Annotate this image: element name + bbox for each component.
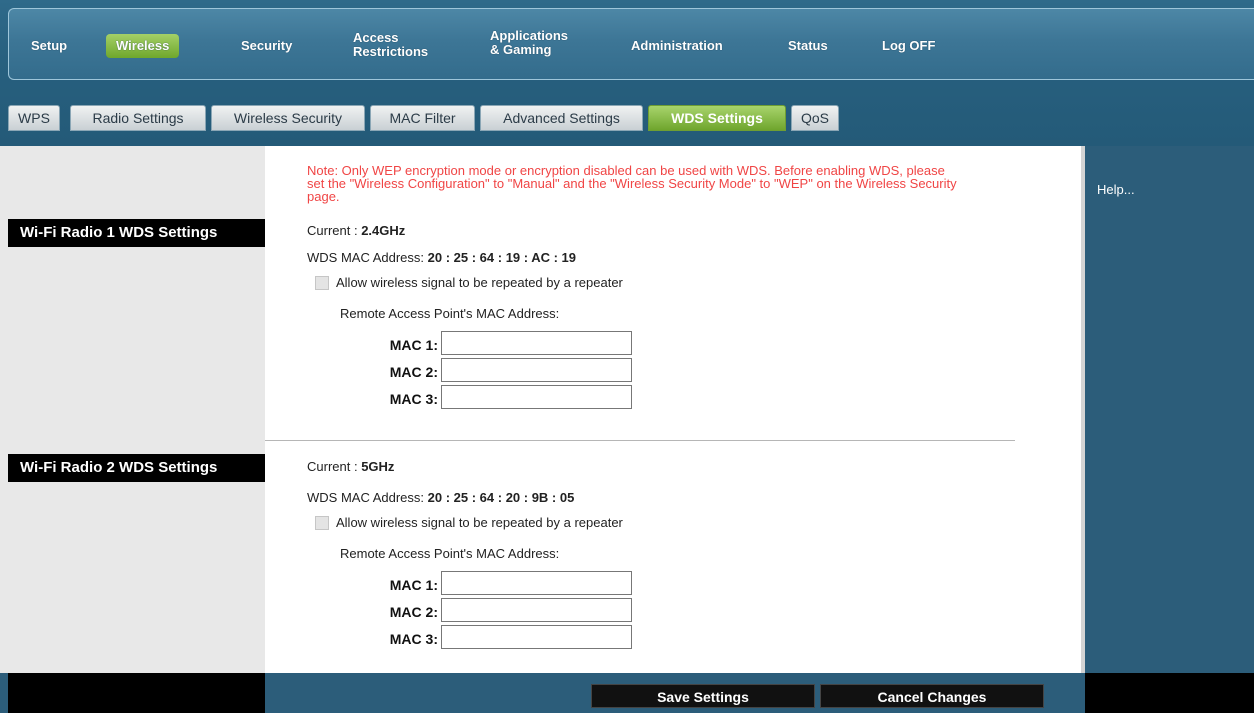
radio2-repeat-checkbox[interactable] bbox=[315, 516, 329, 530]
radio2-mac1-input[interactable] bbox=[441, 571, 632, 595]
help-link[interactable]: Help... bbox=[1097, 182, 1135, 197]
radio2-current: Current : 5GHz bbox=[307, 459, 394, 474]
radio2-wds-mac-label: WDS MAC Address: bbox=[307, 490, 425, 505]
radio1-current-label: Current : bbox=[307, 223, 358, 238]
cancel-changes-button[interactable]: Cancel Changes bbox=[820, 684, 1044, 708]
radio1-wds-mac-value: 20 : 25 : 64 : 19 : AC : 19 bbox=[427, 250, 577, 265]
section-divider bbox=[265, 440, 1015, 441]
header-band: Setup Wireless Security Access Restricti… bbox=[0, 0, 1254, 146]
radio1-heading: Wi-Fi Radio 1 WDS Settings bbox=[8, 219, 265, 247]
radio2-mac3-label: MAC 3: bbox=[389, 631, 438, 647]
radio2-heading: Wi-Fi Radio 2 WDS Settings bbox=[8, 454, 265, 482]
radio1-current-value: 2.4GHz bbox=[361, 223, 406, 238]
help-panel: Help... bbox=[1081, 146, 1254, 673]
radio1-mac3-input[interactable] bbox=[441, 385, 632, 409]
radio1-wds-mac: WDS MAC Address: 20 : 25 : 64 : 19 : AC … bbox=[307, 250, 576, 265]
save-settings-button[interactable]: Save Settings bbox=[591, 684, 815, 708]
radio2-mac3-input[interactable] bbox=[441, 625, 632, 649]
nav-access-restrictions-line2: Restrictions bbox=[353, 44, 429, 59]
nav-access-restrictions[interactable]: Access Restrictions bbox=[353, 31, 428, 59]
radio2-current-label: Current : bbox=[307, 459, 358, 474]
radio1-wds-mac-label: WDS MAC Address: bbox=[307, 250, 425, 265]
tab-radio-settings[interactable]: Radio Settings bbox=[70, 105, 206, 131]
radio2-wds-mac-value: 20 : 25 : 64 : 20 : 9B : 05 bbox=[427, 490, 575, 505]
main-navigation: Setup Wireless Security Access Restricti… bbox=[8, 8, 1254, 80]
tab-wds-settings[interactable]: WDS Settings bbox=[648, 105, 786, 131]
nav-log-off[interactable]: Log OFF bbox=[882, 39, 935, 53]
nav-status[interactable]: Status bbox=[788, 39, 828, 53]
radio1-remote-label: Remote Access Point's MAC Address: bbox=[340, 306, 560, 321]
wds-note: Note: Only WEP encryption mode or encryp… bbox=[307, 163, 957, 204]
radio1-mac2-input[interactable] bbox=[441, 358, 632, 382]
nav-administration[interactable]: Administration bbox=[631, 39, 723, 53]
nav-applications-gaming[interactable]: Applications & Gaming bbox=[490, 29, 568, 57]
radio1-repeat-label: Allow wireless signal to be repeated by … bbox=[336, 275, 623, 290]
tab-wireless-security[interactable]: Wireless Security bbox=[211, 105, 365, 131]
tab-mac-filter[interactable]: MAC Filter bbox=[370, 105, 475, 131]
nav-wireless[interactable]: Wireless bbox=[106, 34, 180, 58]
sub-navigation-tabs: WPS Radio Settings Wireless Security MAC… bbox=[0, 100, 1254, 134]
radio1-mac2-label: MAC 2: bbox=[389, 364, 438, 380]
footer-left-block bbox=[8, 673, 265, 713]
radio2-remote-label: Remote Access Point's MAC Address: bbox=[340, 546, 560, 561]
left-column: Wi-Fi Radio 1 WDS Settings Wi-Fi Radio 2… bbox=[0, 146, 265, 673]
tab-qos[interactable]: QoS bbox=[791, 105, 839, 131]
main-content: Note: Only WEP encryption mode or encryp… bbox=[265, 146, 1081, 673]
radio1-mac1-input[interactable] bbox=[441, 331, 632, 355]
footer-bar: Save Settings Cancel Changes bbox=[0, 673, 1254, 713]
radio1-current: Current : 2.4GHz bbox=[307, 223, 405, 238]
radio1-mac1-label: MAC 1: bbox=[389, 337, 438, 353]
radio2-mac2-input[interactable] bbox=[441, 598, 632, 622]
tab-advanced-settings[interactable]: Advanced Settings bbox=[480, 105, 643, 131]
radio2-wds-mac: WDS MAC Address: 20 : 25 : 64 : 20 : 9B … bbox=[307, 490, 574, 505]
nav-security[interactable]: Security bbox=[241, 39, 292, 53]
footer-right-block bbox=[1085, 673, 1254, 713]
radio2-mac2-label: MAC 2: bbox=[389, 604, 438, 620]
radio2-repeat-label: Allow wireless signal to be repeated by … bbox=[336, 515, 623, 530]
radio2-current-value: 5GHz bbox=[361, 459, 395, 474]
tab-wps[interactable]: WPS bbox=[8, 105, 60, 131]
nav-applications-line2: & Gaming bbox=[490, 42, 552, 57]
radio1-repeat-checkbox[interactable] bbox=[315, 276, 329, 290]
nav-setup[interactable]: Setup bbox=[31, 39, 67, 53]
radio1-mac3-label: MAC 3: bbox=[389, 391, 438, 407]
radio2-mac1-label: MAC 1: bbox=[389, 577, 438, 593]
nav-access-restrictions-line1: Access bbox=[353, 30, 399, 45]
nav-applications-line1: Applications bbox=[490, 28, 569, 43]
